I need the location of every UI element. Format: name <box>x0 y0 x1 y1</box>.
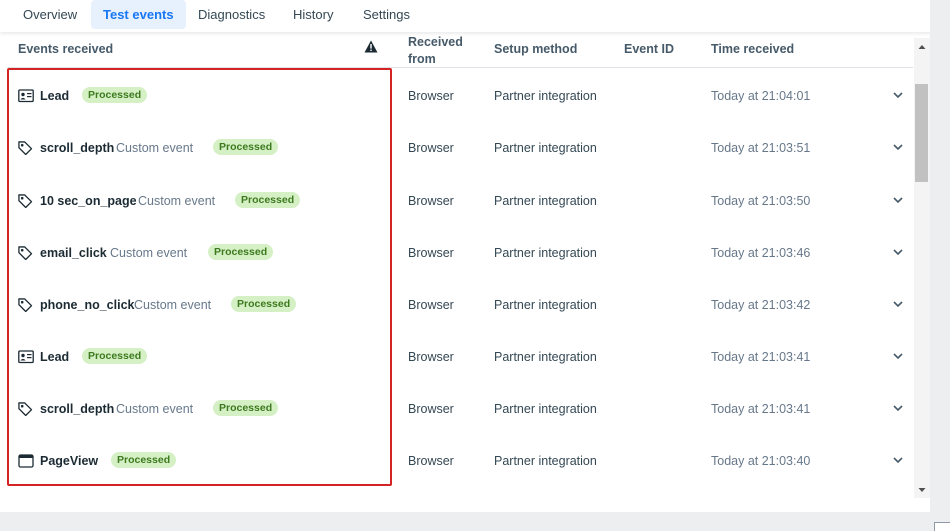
warning-icon <box>364 40 378 53</box>
chevron-down-icon[interactable] <box>892 351 904 361</box>
setup-method: Partner integration <box>494 194 597 208</box>
chevron-down-icon[interactable] <box>892 455 904 465</box>
time-received: Today at 21:04:01 <box>711 89 811 103</box>
received-from: Browser <box>408 454 454 468</box>
time-received: Today at 21:03:41 <box>711 350 811 364</box>
column-header-received-from: Received from <box>408 35 463 66</box>
chevron-down-icon[interactable] <box>892 142 904 152</box>
chevron-down-icon[interactable] <box>892 403 904 413</box>
setup-method: Partner integration <box>494 89 597 103</box>
received-from: Browser <box>408 246 454 260</box>
time-received: Today at 21:03:46 <box>711 246 811 260</box>
setup-method: Partner integration <box>494 402 597 416</box>
time-received: Today at 21:03:42 <box>711 298 811 312</box>
received-from: Browser <box>408 350 454 364</box>
scroll-down-arrow-icon[interactable] <box>918 486 926 494</box>
tab-diagnostics[interactable]: Diagnostics <box>186 0 277 29</box>
tab-test-events[interactable]: Test events <box>91 0 186 29</box>
column-header-events-received: Events received <box>18 42 114 56</box>
setup-method: Partner integration <box>494 141 597 155</box>
time-received: Today at 21:03:51 <box>711 141 811 155</box>
highlight-box <box>7 68 392 486</box>
time-received: Today at 21:03:50 <box>711 194 811 208</box>
chevron-down-icon[interactable] <box>892 247 904 257</box>
setup-method: Partner integration <box>494 246 597 260</box>
tab-history[interactable]: History <box>281 0 345 29</box>
time-received: Today at 21:03:41 <box>711 402 811 416</box>
column-header-event-id: Event ID <box>624 42 675 56</box>
time-received: Today at 21:03:40 <box>711 454 811 468</box>
scroll-up-arrow-icon[interactable] <box>918 43 926 51</box>
column-header-time-received: Time received <box>711 42 795 56</box>
tab-settings[interactable]: Settings <box>351 0 422 29</box>
received-from: Browser <box>408 402 454 416</box>
events-manager-panel: Overview Test events Diagnostics History… <box>0 0 950 531</box>
received-from: Browser <box>408 194 454 208</box>
setup-method: Partner integration <box>494 454 597 468</box>
test-events-card: Overview Test events Diagnostics History… <box>0 0 930 512</box>
panel-corner <box>934 522 950 531</box>
tab-overview[interactable]: Overview <box>11 0 89 29</box>
scrollbar-thumb[interactable] <box>915 84 928 182</box>
chevron-down-icon[interactable] <box>892 195 904 205</box>
received-from: Browser <box>408 298 454 312</box>
received-from: Browser <box>408 89 454 103</box>
chevron-down-icon[interactable] <box>892 299 904 309</box>
received-from: Browser <box>408 141 454 155</box>
setup-method: Partner integration <box>494 298 597 312</box>
tab-bar: Overview Test events Diagnostics History… <box>0 0 930 32</box>
chevron-down-icon[interactable] <box>892 90 904 100</box>
scrollbar[interactable] <box>914 38 930 498</box>
column-header-setup-method: Setup method <box>494 42 578 56</box>
setup-method: Partner integration <box>494 350 597 364</box>
